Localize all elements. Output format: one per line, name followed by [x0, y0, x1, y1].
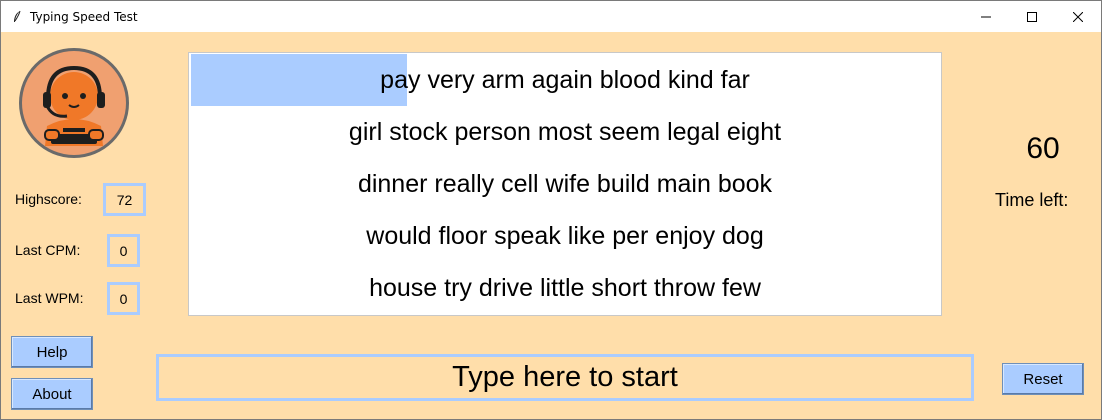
- window-controls: [963, 1, 1101, 32]
- close-icon: [1073, 11, 1083, 22]
- last-wpm-value: 0: [107, 282, 140, 315]
- word-line-1-rest: very arm again blood kind far: [427, 65, 750, 94]
- main-content: Highscore: 72 Last CPM: 0 Last WPM: 0 He…: [1, 32, 1101, 419]
- app-window: Typing Speed Test Highscore: 72 Last CPM…: [0, 0, 1102, 420]
- maximize-icon: [1027, 11, 1037, 22]
- word-display-panel: pay very arm again blood kind far girl s…: [188, 52, 942, 316]
- maximize-button[interactable]: [1009, 1, 1055, 32]
- title-bar: Typing Speed Test: [1, 1, 1101, 32]
- word-line-3: dinner really cell wife build main book: [357, 169, 773, 198]
- window-title: Typing Speed Test: [30, 9, 138, 24]
- word-line-4: would floor speak like per enjoy dog: [366, 221, 764, 250]
- highscore-value: 72: [103, 183, 146, 216]
- minimize-icon: [981, 16, 991, 17]
- reset-button[interactable]: Reset: [1002, 363, 1084, 395]
- highscore-label: Highscore:: [15, 191, 82, 207]
- word-line-5: house try drive little short throw few: [369, 273, 761, 302]
- time-left-label: Time left:: [995, 190, 1069, 210]
- last-wpm-label: Last WPM:: [15, 290, 84, 306]
- last-cpm-value: 0: [107, 234, 140, 267]
- feather-icon: [9, 9, 25, 25]
- about-button[interactable]: About: [11, 378, 93, 410]
- last-cpm-label: Last CPM:: [15, 242, 81, 258]
- current-word: pay: [380, 65, 421, 94]
- typist-logo-icon: [17, 46, 131, 160]
- word-line-1: pay very arm again blood kind far: [189, 54, 941, 106]
- word-line-2: girl stock person most seem legal eight: [348, 117, 782, 146]
- help-button[interactable]: Help: [11, 336, 93, 368]
- time-left-value: 60: [1026, 132, 1060, 165]
- minimize-button[interactable]: [963, 1, 1009, 32]
- typing-input[interactable]: Type here to start: [156, 354, 974, 401]
- close-button[interactable]: [1055, 1, 1101, 32]
